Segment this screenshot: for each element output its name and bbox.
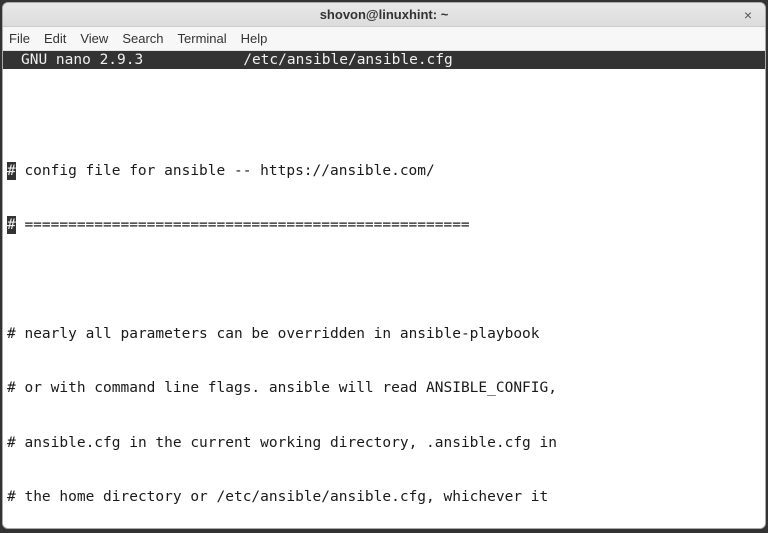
menu-view[interactable]: View bbox=[80, 31, 108, 46]
cursor-hash: # bbox=[7, 216, 16, 234]
window-titlebar: shovon@linuxhint: ~ × bbox=[3, 3, 765, 27]
file-line: # ansible.cfg in the current working dir… bbox=[7, 434, 761, 452]
editor-content: # config file for ansible -- https://ans… bbox=[3, 69, 765, 528]
file-line bbox=[7, 271, 761, 289]
file-line bbox=[7, 107, 761, 125]
file-line: # nearly all parameters can be overridde… bbox=[7, 325, 761, 343]
file-line: # or with command line flags. ansible wi… bbox=[7, 379, 761, 397]
menu-help[interactable]: Help bbox=[241, 31, 268, 46]
terminal-window: shovon@linuxhint: ~ × File Edit View Sea… bbox=[2, 2, 766, 529]
file-line: # ======================================… bbox=[7, 216, 761, 234]
nano-topbar: GNU nano 2.9.3 /etc/ansible/ansible.cfg bbox=[3, 51, 765, 69]
file-line: # config file for ansible -- https://ans… bbox=[7, 162, 761, 180]
terminal-area[interactable]: GNU nano 2.9.3 /etc/ansible/ansible.cfg … bbox=[3, 51, 765, 528]
nano-appname: GNU nano 2.9.3 bbox=[7, 51, 143, 69]
menu-edit[interactable]: Edit bbox=[44, 31, 66, 46]
cursor-hash: # bbox=[7, 162, 16, 180]
menubar: File Edit View Search Terminal Help bbox=[3, 27, 765, 51]
nano-filepath: /etc/ansible/ansible.cfg bbox=[143, 51, 761, 69]
file-line: # the home directory or /etc/ansible/ans… bbox=[7, 488, 761, 506]
menu-search[interactable]: Search bbox=[122, 31, 163, 46]
menu-terminal[interactable]: Terminal bbox=[178, 31, 227, 46]
menu-file[interactable]: File bbox=[9, 31, 30, 46]
close-icon[interactable]: × bbox=[739, 6, 757, 24]
window-title: shovon@linuxhint: ~ bbox=[320, 7, 449, 22]
